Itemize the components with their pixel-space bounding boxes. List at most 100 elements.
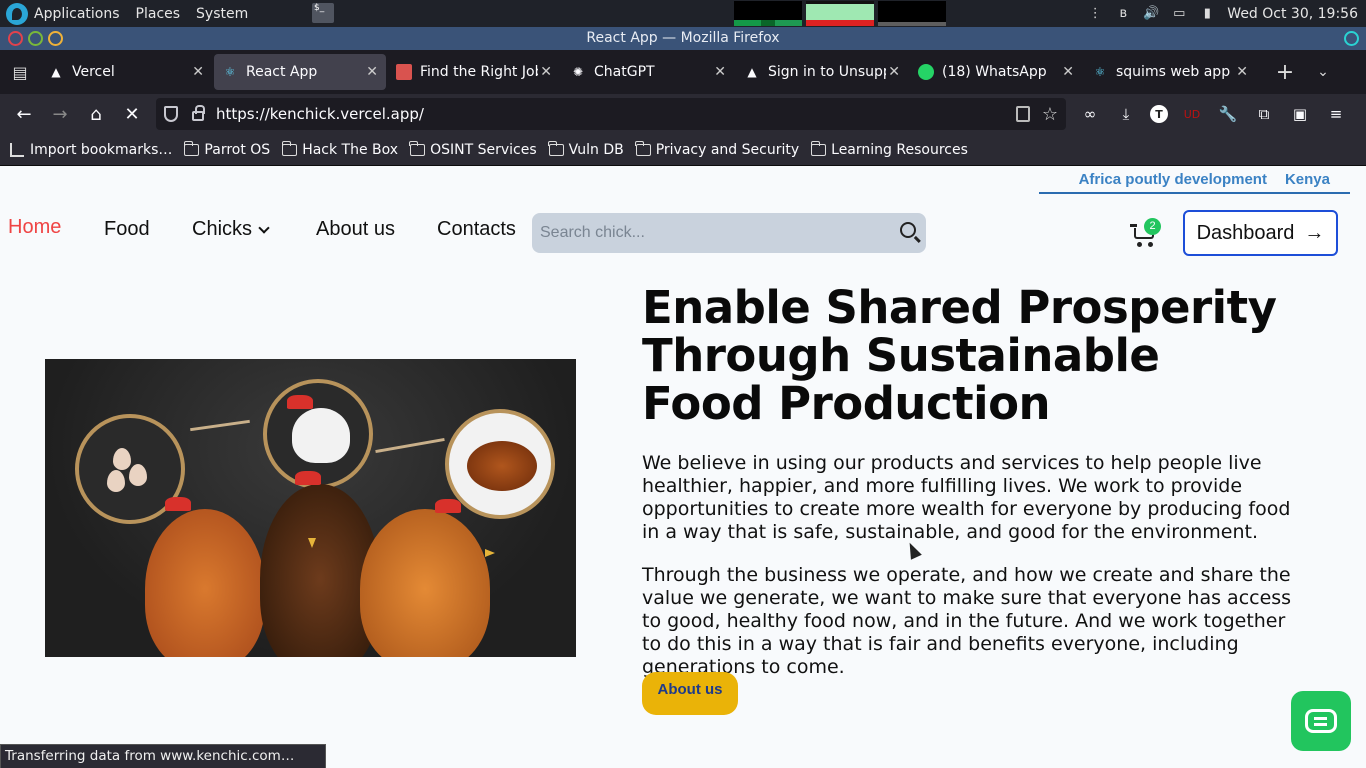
menu-places[interactable]: Places bbox=[136, 6, 181, 22]
close-tab-icon[interactable]: ✕ bbox=[1236, 64, 1248, 80]
tab-label: ChatGPT bbox=[594, 64, 655, 80]
about-us-button[interactable]: About us bbox=[642, 672, 738, 715]
cpu-graph bbox=[734, 1, 802, 26]
tab-label: (18) WhatsApp bbox=[942, 64, 1047, 80]
top-link-kenya[interactable]: Kenya bbox=[1285, 171, 1330, 188]
bookmark-import[interactable]: Import bookmarks… bbox=[10, 142, 172, 158]
tab-react-app[interactable]: ⚛ React App ✕ bbox=[214, 54, 386, 90]
wrench-icon[interactable]: 🔧 bbox=[1216, 102, 1240, 126]
lock-icon[interactable] bbox=[192, 105, 205, 121]
folder-icon bbox=[281, 140, 298, 156]
roast-chicken-circle bbox=[445, 409, 555, 519]
hero-text: Enable Shared Prosperity Through Sustain… bbox=[642, 284, 1291, 679]
import-icon bbox=[10, 142, 24, 157]
app-menu-icon[interactable]: ≡ bbox=[1324, 102, 1348, 126]
close-tab-icon[interactable]: ✕ bbox=[366, 64, 378, 80]
extensions-icon[interactable]: ⧉ bbox=[1252, 102, 1276, 126]
chat-button[interactable] bbox=[1291, 691, 1351, 751]
stop-loading-icon[interactable]: ✕ bbox=[114, 98, 150, 130]
top-strip: Africa poutly development Kenya bbox=[1039, 166, 1350, 194]
nav-contacts[interactable]: Contacts bbox=[437, 218, 516, 241]
bookmark-folder-hack-the-box[interactable]: Hack The Box bbox=[281, 140, 398, 158]
bookmark-folder-learning[interactable]: Learning Resources bbox=[810, 140, 968, 158]
tab-label: Sign in to Unsupp bbox=[768, 64, 886, 80]
hero-paragraph-1: We believe in using our products and ser… bbox=[642, 452, 1291, 543]
firefox-view-icon[interactable]: ▤ bbox=[0, 50, 40, 94]
menu-applications[interactable]: Applications bbox=[34, 6, 120, 22]
chevron-down-icon bbox=[258, 222, 270, 234]
window-title: React App — Mozilla Firefox bbox=[586, 30, 780, 46]
bluetooth-icon[interactable]: ʙ bbox=[1115, 6, 1131, 22]
bookmark-label: Privacy and Security bbox=[655, 141, 800, 158]
tab-sign-in[interactable]: ▲ Sign in to Unsupp ✕ bbox=[736, 54, 908, 90]
tab-squims[interactable]: ⚛ squims web app ✕ bbox=[1084, 54, 1256, 90]
whatsapp-icon bbox=[918, 64, 934, 80]
navigation-toolbar: ← → ⌂ ✕ https://kenchick.vercel.app/ ☆ ∞… bbox=[0, 94, 1366, 134]
hen-right bbox=[360, 509, 490, 657]
web-page: Africa poutly development Kenya Home Foo… bbox=[0, 166, 1366, 768]
arrow-right-icon: → bbox=[1304, 221, 1325, 244]
folder-icon bbox=[548, 140, 564, 156]
dashboard-button[interactable]: Dashboard → bbox=[1183, 210, 1338, 256]
nav-home[interactable]: Home bbox=[8, 216, 61, 239]
list-tabs-icon[interactable]: ⌄ bbox=[1308, 64, 1338, 80]
close-tab-icon[interactable]: ✕ bbox=[540, 64, 552, 80]
tracking-protection-icon[interactable] bbox=[164, 106, 178, 122]
bookmark-star-icon[interactable]: ☆ bbox=[1042, 104, 1058, 125]
url-bar[interactable]: https://kenchick.vercel.app/ ☆ bbox=[156, 98, 1066, 130]
chat-icon bbox=[1305, 709, 1337, 733]
search-input[interactable] bbox=[532, 224, 872, 242]
react-icon: ⚛ bbox=[1094, 65, 1106, 79]
nav-about[interactable]: About us bbox=[316, 218, 395, 241]
hen-left bbox=[145, 509, 265, 657]
status-bar: Transferring data from www.kenchic.com… bbox=[0, 744, 326, 768]
bookmark-label: Learning Resources bbox=[831, 141, 968, 158]
terminal-icon[interactable]: $_ bbox=[312, 3, 334, 23]
downloads-icon[interactable]: ⤓ bbox=[1114, 102, 1138, 126]
bookmark-folder-privacy[interactable]: Privacy and Security bbox=[635, 140, 800, 158]
hero-image bbox=[45, 359, 576, 657]
tab-find-job[interactable]: Find the Right Job ✕ bbox=[388, 54, 560, 90]
parrot-logo-icon[interactable] bbox=[6, 2, 28, 25]
tab-vercel[interactable]: ▲ Vercel ✕ bbox=[40, 54, 212, 90]
reader-view-icon[interactable] bbox=[1016, 106, 1030, 122]
tab-whatsapp[interactable]: (18) WhatsApp ✕ bbox=[910, 54, 1082, 90]
vercel-icon: ▲ bbox=[747, 65, 757, 79]
close-tab-icon[interactable]: ✕ bbox=[714, 64, 726, 80]
close-window-button[interactable] bbox=[8, 31, 23, 46]
bookmark-folder-parrot-os[interactable]: Parrot OS bbox=[183, 140, 270, 158]
clock[interactable]: Wed Oct 30, 19:56 bbox=[1227, 6, 1358, 22]
maximize-window-button[interactable] bbox=[48, 31, 63, 46]
search-icon[interactable] bbox=[900, 222, 916, 238]
back-icon[interactable]: ← bbox=[6, 98, 42, 130]
window-menu-icon[interactable] bbox=[1344, 31, 1359, 46]
volume-icon[interactable]: 🔊 bbox=[1143, 6, 1159, 22]
tab-label: squims web app bbox=[1116, 64, 1231, 80]
bookmark-folder-vuln-db[interactable]: Vuln DB bbox=[548, 140, 624, 158]
forward-icon[interactable]: → bbox=[42, 98, 78, 130]
minimize-window-button[interactable] bbox=[28, 31, 43, 46]
tab-label: React App bbox=[246, 64, 318, 80]
close-tab-icon[interactable]: ✕ bbox=[1062, 64, 1074, 80]
menu-system[interactable]: System bbox=[196, 6, 248, 22]
url-text[interactable]: https://kenchick.vercel.app/ bbox=[216, 105, 424, 123]
extension-n-icon[interactable]: ▣ bbox=[1288, 102, 1312, 126]
new-tab-icon[interactable]: + bbox=[1270, 60, 1300, 85]
bookmark-label: Import bookmarks… bbox=[30, 141, 173, 158]
system-panel: Applications Places System $_ ⋮ ʙ 🔊 ▭ ▮ … bbox=[0, 0, 1366, 27]
private-browsing-icon[interactable]: ∞ bbox=[1078, 102, 1102, 126]
kebab-menu-icon[interactable]: ⋮ bbox=[1087, 6, 1103, 22]
network-graph bbox=[878, 1, 946, 26]
display-icon[interactable]: ▭ bbox=[1171, 6, 1187, 22]
top-link-africa[interactable]: Africa poutly development bbox=[1079, 171, 1267, 188]
bookmark-folder-osint[interactable]: OSINT Services bbox=[409, 140, 537, 158]
extension-t-icon[interactable]: T bbox=[1150, 105, 1168, 123]
battery-icon[interactable]: ▮ bbox=[1199, 6, 1215, 22]
nav-chicks[interactable]: Chicks bbox=[192, 218, 270, 241]
ublock-origin-icon[interactable]: UD bbox=[1180, 102, 1204, 126]
close-tab-icon[interactable]: ✕ bbox=[888, 64, 900, 80]
nav-food[interactable]: Food bbox=[104, 218, 150, 241]
tab-chatgpt[interactable]: ✺ ChatGPT ✕ bbox=[562, 54, 734, 90]
home-icon[interactable]: ⌂ bbox=[78, 98, 114, 130]
close-tab-icon[interactable]: ✕ bbox=[192, 64, 204, 80]
